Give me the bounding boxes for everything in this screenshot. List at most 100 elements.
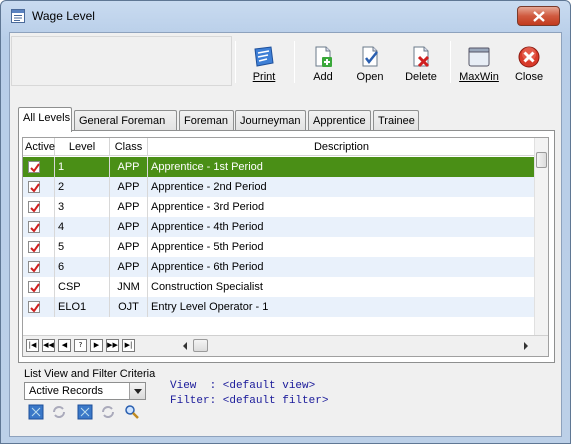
open-button[interactable]: Open — [353, 39, 387, 87]
checkmark-icon — [30, 183, 40, 193]
table-row[interactable]: 6 APP Apprentice - 6th Period — [23, 257, 535, 277]
checkmark-icon — [30, 163, 40, 173]
record-filter-value: Active Records — [29, 385, 103, 397]
open-label: Open — [356, 71, 384, 83]
close-icon — [533, 11, 545, 22]
horizontal-scrollbar[interactable] — [178, 339, 533, 353]
toolbar-separator — [235, 41, 236, 83]
dropdown-arrow-icon[interactable] — [129, 383, 145, 399]
column-header-level[interactable]: Level — [55, 138, 110, 156]
prev-record-button[interactable]: ◀ — [58, 339, 71, 352]
wage-level-grid[interactable]: Active Level Class Description 1 APP Appre… — [22, 137, 549, 357]
wage-level-window: Wage Level Print Add Open Delete MaxWin … — [0, 0, 571, 444]
record-filter-select[interactable]: Active Records — [24, 382, 146, 400]
class-cell: APP — [110, 197, 148, 217]
horizontal-scroll-thumb[interactable] — [193, 339, 208, 352]
tab-general-foreman[interactable]: General Foreman — [74, 110, 177, 131]
print-icon — [252, 45, 276, 69]
class-cell: APP — [110, 177, 148, 197]
table-row[interactable]: 5 APP Apprentice - 5th Period — [23, 237, 535, 257]
level-cell: CSP — [55, 277, 110, 297]
class-cell: APP — [110, 157, 148, 177]
next-page-button[interactable]: ▶▶ — [106, 339, 119, 352]
active-checkbox[interactable] — [28, 181, 40, 193]
table-row[interactable]: 3 APP Apprentice - 3rd Period — [23, 197, 535, 217]
maxwin-label: MaxWin — [459, 71, 499, 83]
column-header-description[interactable]: Description — [148, 138, 535, 156]
record-navigator: |◀ ◀◀ ◀? ▶ ▶▶ ▶| — [23, 335, 548, 356]
tab-apprentice[interactable]: Apprentice — [308, 110, 371, 131]
vertical-scroll-thumb[interactable] — [536, 152, 547, 168]
active-checkbox[interactable] — [28, 221, 40, 233]
next-record-button[interactable]: ▶ — [90, 339, 103, 352]
delete-document-icon — [409, 45, 433, 69]
column-header-class[interactable]: Class — [110, 138, 148, 156]
search-icon[interactable] — [124, 404, 140, 420]
active-checkbox[interactable] — [28, 161, 40, 173]
active-cell — [23, 217, 55, 237]
checkmark-icon — [30, 203, 40, 213]
description-cell: Apprentice - 6th Period — [151, 261, 264, 273]
tab-all-levels[interactable]: All Levels — [18, 107, 72, 132]
print-button[interactable]: Print — [247, 39, 281, 87]
table-row[interactable]: ELO1 OJT Entry Level Operator - 1 — [23, 297, 535, 317]
first-record-button[interactable]: |◀ — [26, 339, 39, 352]
toolbar-blank-area — [11, 36, 232, 86]
view-line: View : <default view> — [170, 380, 316, 392]
table-row[interactable]: 1 APP Apprentice - 1st Period — [23, 157, 535, 177]
class-cell: APP — [110, 257, 148, 277]
add-label: Add — [313, 71, 333, 83]
add-document-icon — [311, 45, 335, 69]
active-cell — [23, 297, 55, 317]
last-record-button[interactable]: ▶| — [122, 339, 135, 352]
prev-page-button[interactable]: ◀◀ — [42, 339, 55, 352]
tab-foreman[interactable]: Foreman — [179, 110, 234, 131]
maxwin-button[interactable]: MaxWin — [458, 39, 500, 87]
delete-button[interactable]: Delete — [403, 39, 439, 87]
toolbar: Print Add Open Delete MaxWin Close — [10, 33, 561, 90]
active-checkbox[interactable] — [28, 281, 40, 293]
delete-label: Delete — [405, 71, 437, 83]
level-cell: 2 — [55, 177, 110, 197]
description-cell: Apprentice - 5th Period — [151, 241, 264, 253]
title-bar[interactable]: Wage Level — [1, 1, 570, 31]
grid-header: Active Level Class Description — [23, 138, 535, 156]
active-cell — [23, 177, 55, 197]
view-options-icon[interactable] — [28, 404, 44, 420]
class-cell: OJT — [110, 297, 148, 317]
description-cell: Apprentice - 3rd Period — [151, 201, 265, 213]
checkmark-icon — [30, 303, 40, 313]
tab-trainee[interactable]: Trainee — [373, 110, 419, 131]
checkmark-icon — [30, 243, 40, 253]
level-cell: 4 — [55, 217, 110, 237]
active-checkbox[interactable] — [28, 261, 40, 273]
vertical-scrollbar[interactable] — [534, 138, 548, 336]
window-close-button[interactable] — [517, 6, 560, 26]
checkmark-icon — [30, 283, 40, 293]
active-checkbox[interactable] — [28, 301, 40, 313]
scroll-left-icon[interactable] — [181, 341, 189, 351]
close-button[interactable]: Close — [512, 39, 546, 87]
tab-panel: Active Level Class Description 1 APP Appre… — [18, 130, 555, 363]
view-filter-info: View : <default view> Filter: <default fi… — [170, 379, 328, 409]
refresh-filter-icon[interactable] — [100, 404, 116, 420]
add-button[interactable]: Add — [308, 39, 338, 87]
table-row[interactable]: 4 APP Apprentice - 4th Period — [23, 217, 535, 237]
class-cell: APP — [110, 237, 148, 257]
description-cell: Construction Specialist — [151, 281, 263, 293]
tab-journeyman[interactable]: Journeyman — [235, 110, 306, 131]
table-row[interactable]: 2 APP Apprentice - 2nd Period — [23, 177, 535, 197]
help-record-button[interactable]: ? — [74, 339, 87, 352]
active-checkbox[interactable] — [28, 201, 40, 213]
level-cell: 1 — [55, 157, 110, 177]
column-header-active[interactable]: Active — [23, 138, 55, 156]
level-cell: 6 — [55, 257, 110, 277]
description-cell: Apprentice - 1st Period — [151, 161, 263, 173]
scroll-right-icon[interactable] — [522, 341, 530, 351]
refresh-view-icon[interactable] — [51, 404, 67, 420]
close-label: Close — [514, 71, 544, 83]
toolbar-separator — [450, 41, 451, 83]
active-checkbox[interactable] — [28, 241, 40, 253]
table-row[interactable]: CSP JNM Construction Specialist — [23, 277, 535, 297]
filter-options-icon[interactable] — [77, 404, 93, 420]
